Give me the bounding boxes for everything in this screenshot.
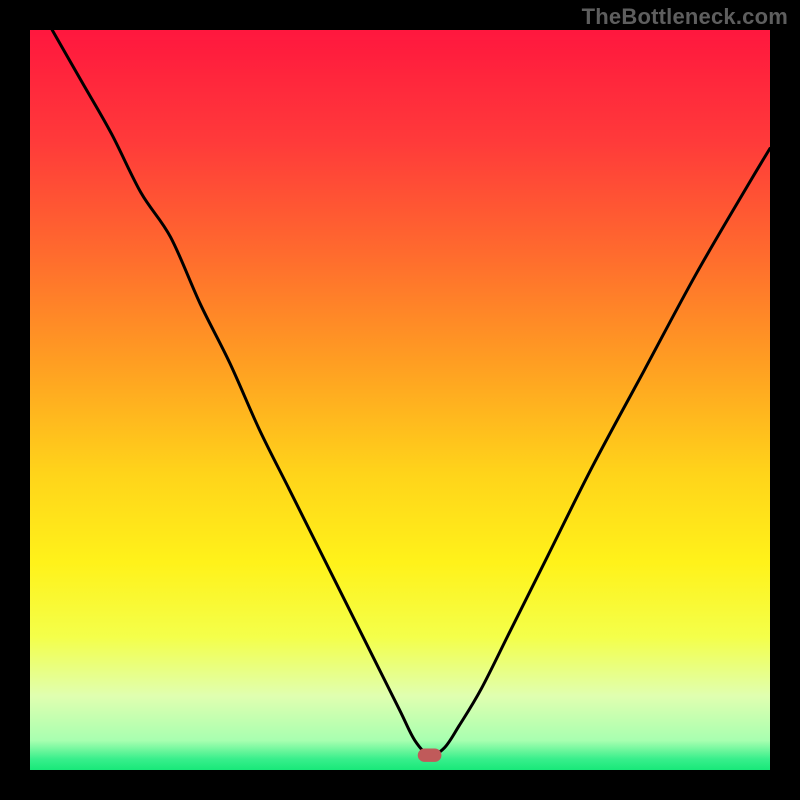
chart-frame: TheBottleneck.com: [0, 0, 800, 800]
watermark-label: TheBottleneck.com: [582, 4, 788, 30]
bottleneck-chart: [30, 30, 770, 770]
chart-background: [30, 30, 770, 770]
optimal-marker: [418, 749, 442, 762]
